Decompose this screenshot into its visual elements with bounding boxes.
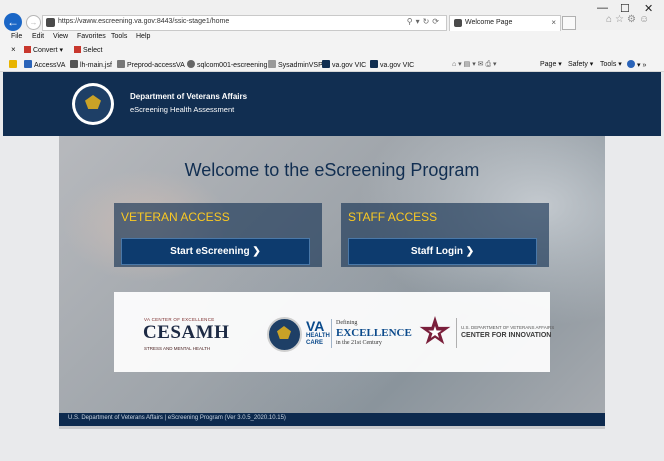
tools-menu[interactable]: Tools ▾ <box>600 60 622 68</box>
fav-vagov-vic-2[interactable]: va.gov VIC <box>370 60 414 69</box>
veteran-access-heading: VETERAN ACCESS <box>121 210 230 224</box>
gear-icon[interactable]: ⚙ <box>627 14 639 25</box>
dropdown-icon[interactable]: ▾ <box>416 17 423 26</box>
command-row: × Convert ▾ Select <box>0 44 664 56</box>
select-button[interactable]: Select <box>74 46 102 54</box>
select-label: Select <box>83 47 103 54</box>
safety-menu[interactable]: Safety ▾ <box>568 60 593 68</box>
cesamh-subtitle: STRESS AND MENTAL HEALTH <box>144 346 211 351</box>
browser-right-icons: ⌂☆⚙☺ <box>606 14 652 25</box>
staff-access-heading: STAFF ACCESS <box>348 210 438 224</box>
select-pdf-icon <box>74 46 81 53</box>
tab-close-icon[interactable]: × <box>551 18 556 27</box>
va-health-care-logo: VA <box>306 318 325 334</box>
page-menu-label: Page <box>540 61 557 68</box>
header-subtitle: eScreening Health Assessment <box>130 105 235 114</box>
convert-button[interactable]: Convert ▾ <box>24 46 63 54</box>
fav-label: AccessVA <box>34 62 66 69</box>
page-footer: U.S. Department of Veterans Affairs | eS… <box>59 413 605 426</box>
help-icon[interactable]: ▾ » <box>627 60 646 69</box>
fav-lh-main[interactable]: lh-main.jsf <box>70 60 112 69</box>
convert-label: Convert <box>33 47 58 54</box>
address-bar[interactable]: https://vaww.escreening.va.gov:8443/ssic… <box>42 15 447 31</box>
favorites-bar: AccessVA lh-main.jsf Preprod-accessVA sq… <box>0 57 664 72</box>
va-health-text: HEALTH <box>306 333 330 339</box>
menu-tools[interactable]: Tools <box>111 33 127 40</box>
page-title: Welcome to the eScreening Program <box>184 160 480 180</box>
lock-icon[interactable]: ↻ <box>423 17 433 26</box>
fav-label: Preprod-accessVA <box>127 62 185 69</box>
menu-bar: File Edit View Favorites Tools Help <box>0 31 664 43</box>
staff-access-card: STAFF ACCESS Staff Login ❯ <box>341 203 549 267</box>
tools-menu-label: Tools <box>600 61 617 68</box>
century-text: in the 21st Century <box>336 340 382 346</box>
refresh-icon[interactable]: ⟳ <box>432 17 442 26</box>
safety-menu-label: Safety <box>568 61 588 68</box>
innovation-divider <box>456 318 457 348</box>
home-icon[interactable]: ⌂ <box>606 14 615 25</box>
fav-label: sqlcom001-escreening <box>197 62 268 69</box>
site-favicon-icon <box>46 18 55 27</box>
favorites-star-icon[interactable] <box>9 60 19 69</box>
fav-vagov-vic-1[interactable]: va.gov VIC <box>322 60 366 69</box>
url-text[interactable]: https://vaww.escreening.va.gov:8443/ssic… <box>58 18 229 25</box>
fav-label: va.gov VIC <box>332 62 367 69</box>
cesamh-logo: CESAMH <box>143 322 230 343</box>
menu-view[interactable]: View <box>53 33 68 40</box>
minimize-button[interactable]: — <box>597 2 608 14</box>
footer-shadow <box>59 426 605 429</box>
tab-welcome-page[interactable]: Welcome Page × <box>449 15 561 31</box>
fav-preprod[interactable]: Preprod-accessVA <box>117 60 185 69</box>
tab-favicon-icon <box>454 19 462 27</box>
header-title: Department of Veterans Affairs <box>130 92 248 101</box>
staff-login-button[interactable]: Staff Login ❯ <box>348 238 537 265</box>
page-menu[interactable]: Page ▾ <box>540 60 562 68</box>
va-care-text: CARE <box>306 340 324 346</box>
menu-help[interactable]: Help <box>136 33 150 40</box>
center-for-innovation-logo: CENTER FOR INNOVATION <box>461 332 552 339</box>
menu-file[interactable]: File <box>11 33 22 40</box>
forward-arrow-icon[interactable]: → <box>26 15 41 30</box>
command-icons[interactable]: ⌂ ▾ ▤ ▾ ✉ ⎙ ▾ <box>452 60 497 69</box>
defining-text: Defining <box>336 320 358 326</box>
footer-text: U.S. Department of Veterans Affairs | eS… <box>68 415 286 421</box>
va-seal-small-logo <box>267 317 302 352</box>
pdf-icon <box>24 46 31 53</box>
fav-sysadmin[interactable]: SysadminVSP <box>268 60 323 69</box>
menu-edit[interactable]: Edit <box>32 33 44 40</box>
star-icon[interactable]: ☆ <box>615 14 627 25</box>
address-tools[interactable]: ⚲▾↻⟳ <box>407 17 442 26</box>
close-icon[interactable]: × <box>11 45 16 54</box>
logo-divider <box>331 319 332 348</box>
innovation-tagline: U.S. DEPARTMENT OF VETERANS AFFAIRS <box>461 325 555 330</box>
menu-favorites[interactable]: Favorites <box>77 33 106 40</box>
tab-label: Welcome Page <box>465 19 513 26</box>
smiley-icon[interactable]: ☺ <box>639 14 652 25</box>
new-tab-button[interactable] <box>562 16 576 30</box>
fav-label: lh-main.jsf <box>80 62 112 69</box>
veteran-access-card: VETERAN ACCESS Start eScreening ❯ <box>114 203 322 267</box>
excellence-text: EXCELLENCE <box>336 327 412 339</box>
back-arrow-icon[interactable]: ← <box>4 13 22 31</box>
va-seal-logo <box>72 83 114 125</box>
fav-sqlcom[interactable]: sqlcom001-escreening <box>187 60 267 69</box>
fav-accessva[interactable]: AccessVA <box>24 60 65 69</box>
search-icon[interactable]: ⚲ <box>407 17 416 26</box>
start-escreening-button[interactable]: Start eScreening ❯ <box>121 238 310 265</box>
fav-label: va.gov VIC <box>380 62 415 69</box>
fav-label: SysadminVSP <box>278 62 323 69</box>
